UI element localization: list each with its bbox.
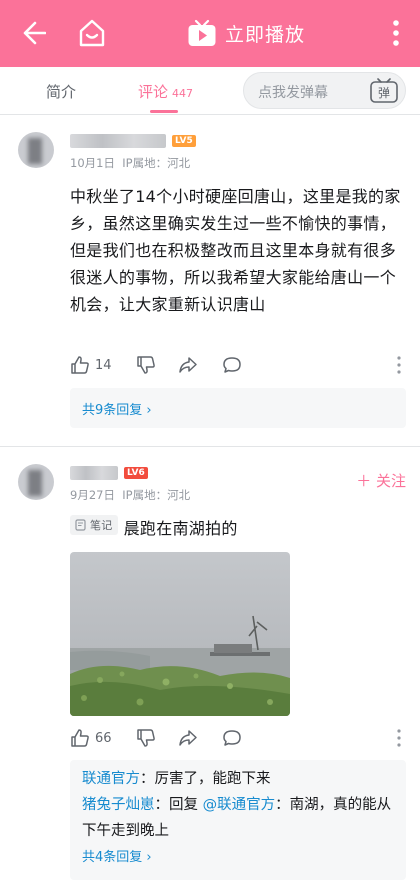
comment-divider [0, 446, 420, 447]
tab-intro[interactable]: 简介 [46, 81, 76, 102]
home-icon[interactable] [78, 18, 106, 48]
comment-photo[interactable] [70, 552, 290, 716]
chat-bubble-icon [223, 730, 241, 746]
share-button[interactable] [178, 353, 198, 377]
comment-text-body: 晨跑在南湖拍的 [123, 519, 238, 538]
share-icon [179, 730, 197, 746]
level-badge: LV5 [172, 135, 196, 147]
username-blurred[interactable] [70, 134, 166, 148]
danmaku-placeholder: 点我发弹幕 [258, 85, 328, 101]
comment-more-icon[interactable] [396, 355, 402, 375]
reply-preview-box: 共9条回复 › [70, 388, 406, 428]
top-bar: 立即播放 [0, 0, 420, 67]
comment-actions: 14 [70, 353, 406, 377]
comment-text: 中秋坐了14个小时硬座回唐山，这里是我的家乡，虽然这里确实发生过一些不愉快的事情… [70, 187, 401, 314]
share-icon [179, 357, 197, 373]
reply-line[interactable]: 猪兔子灿崽：回复 @联通官方：南湖，真的能从下午走到晚上 [82, 792, 394, 844]
tab-comments-label: 评论 [138, 83, 169, 101]
reply-mention[interactable]: @联通官方 [203, 797, 276, 813]
view-replies-link[interactable]: 共4条回复 › [82, 846, 394, 865]
thumbs-down-icon [137, 356, 155, 374]
tab-comments[interactable]: 评论 447 [138, 81, 193, 102]
tab-bar: 简介 评论 447 点我发弹幕 弹 [0, 67, 420, 115]
reply-author[interactable]: 猪兔子灿崽 [82, 797, 155, 813]
reply-prefix: 回复 [169, 797, 203, 813]
ip-location: IP属地：河北 [122, 156, 191, 170]
svg-text:弹: 弹 [378, 86, 390, 100]
danmaku-toggle-icon[interactable]: 弹 [368, 76, 400, 106]
reply-line[interactable]: 联通官方：厉害了，能跑下来 [82, 766, 394, 792]
tab-intro-label: 简介 [46, 83, 77, 101]
comment-more-icon[interactable] [396, 728, 402, 748]
share-button[interactable] [178, 726, 198, 750]
follow-button[interactable]: ＋ 关注 [356, 470, 406, 491]
ip-location: IP属地：河北 [122, 488, 191, 502]
dislike-button[interactable] [136, 726, 156, 750]
danmaku-input[interactable]: 点我发弹幕 弹 [243, 72, 406, 109]
like-button[interactable]: 14 [70, 353, 112, 377]
comment-meta: 10月1日 IP属地：河北 [70, 155, 190, 171]
note-tag[interactable]: 笔记 [70, 515, 118, 535]
dislike-button[interactable] [136, 353, 156, 377]
thumbs-down-icon [137, 729, 155, 747]
reply-author[interactable]: 联通官方 [82, 771, 140, 787]
like-count: 14 [95, 357, 112, 373]
tv-play-icon [188, 19, 216, 46]
like-button[interactable]: 66 [70, 726, 112, 750]
view-replies-link[interactable]: 共9条回复 › [82, 399, 152, 418]
play-now-button[interactable]: 立即播放 [187, 16, 305, 50]
play-now-label: 立即播放 [225, 23, 306, 46]
note-tag-label: 笔记 [90, 518, 113, 532]
level-badge: LV6 [124, 467, 148, 479]
reply-separator: ： [154, 797, 170, 813]
comment-date: 9月27日 [70, 488, 115, 502]
avatar[interactable] [18, 464, 54, 500]
avatar[interactable] [18, 132, 54, 168]
like-count: 66 [95, 730, 112, 746]
comment-meta: 9月27日 IP属地：河北 [70, 487, 190, 503]
reply-preview-box: 联通官方：厉害了，能跑下来 猪兔子灿崽：回复 @联通官方：南湖，真的能从下午走到… [70, 760, 406, 880]
thumbs-up-icon [71, 729, 89, 747]
reply-text: 厉害了，能跑下来 [154, 771, 271, 787]
note-icon [75, 519, 86, 531]
comment-text: 笔记 晨跑在南湖拍的 [70, 515, 404, 542]
lake-photo-image [70, 552, 290, 716]
chat-bubble-icon [223, 357, 241, 373]
more-vertical-icon[interactable] [386, 18, 406, 48]
thumbs-up-icon [71, 356, 89, 374]
reply-button[interactable] [222, 353, 242, 377]
comment-actions: 66 [70, 726, 406, 750]
comment-date: 10月1日 [70, 156, 115, 170]
reply-separator: ： [140, 771, 155, 787]
comment-item: LV5 10月1日 IP属地：河北 中秋坐了14个小时硬座回唐山，这里是我的家乡… [0, 132, 420, 442]
active-tab-indicator [150, 110, 178, 113]
back-arrow-icon[interactable] [22, 20, 47, 46]
comment-item: LV6 ＋ 关注 9月27日 IP属地：河北 笔记 晨跑在南湖拍的 66 联通官… [0, 464, 420, 880]
comments-count: 447 [172, 87, 194, 100]
username-blurred[interactable] [70, 466, 118, 480]
reply-button[interactable] [222, 726, 242, 750]
